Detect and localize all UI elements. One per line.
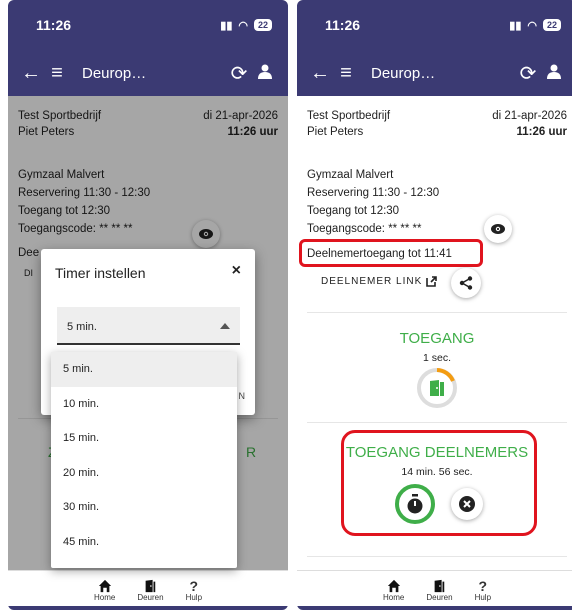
refresh-icon[interactable]: ⟳ [226,61,252,86]
nav-doors[interactable]: Deuren [426,579,453,602]
timer-option[interactable]: 15 min. [51,421,237,456]
external-link-icon [426,276,438,287]
help-icon: ? [478,578,488,594]
wifi-icon: ◠ [527,19,537,32]
timer-option[interactable]: 5 min. [51,352,237,387]
battery-icon: 22 [253,19,272,31]
dialog-button-partial: N [238,391,246,401]
status-time: 11:26 [325,17,361,33]
dialog-title: Timer instellen [55,265,146,281]
home-icon [387,579,400,593]
bottom-navigation: Home Deuren ? Hulp [297,570,572,610]
nav-home[interactable]: Home [383,579,404,602]
caret-up-icon [220,323,230,329]
share-button[interactable] [451,268,481,298]
timer-option[interactable]: 10 min. [51,387,237,422]
status-bar: 11:26 ▮▮ ◠ 22 [8,0,288,50]
battery-icon: 22 [542,19,561,31]
status-time: 11:26 [36,17,72,33]
refresh-icon[interactable]: ⟳ [515,61,541,86]
nav-help[interactable]: ? Hulp [475,579,491,602]
nav-home[interactable]: Home [94,579,115,602]
signal-icon: ▮▮ [220,19,233,32]
timer-select[interactable]: 5 min. [57,307,240,345]
booking-details: Test Sportbedrijf di 21-apr-2026 Piet Pet… [297,96,572,570]
door-open-icon [430,380,444,396]
toegang-title: TOEGANG [399,330,475,347]
phone-screen-right: 11:26 ▮▮ ◠ 22 ← ≡ Deurop… ⟳ Test Sportbe… [297,0,572,610]
location-name: Gymzaal Malvert [307,169,394,181]
timer-option[interactable]: 20 min. [51,456,237,491]
timer-option[interactable]: 30 min. [51,490,237,525]
highlight-deelnemers-section [341,430,537,536]
app-bar: ← ≡ Deurop… ⟳ [8,50,288,96]
status-bar: 11:26 ▮▮ ◠ 22 [297,0,572,50]
app-title: Deurop… [82,64,147,82]
close-icon[interactable]: × [232,262,241,280]
wifi-icon: ◠ [238,19,248,32]
signal-icon: ▮▮ [509,19,522,32]
door-icon [146,579,156,593]
share-icon [459,276,473,290]
timer-select-value: 5 min. [67,321,97,333]
user-icon[interactable] [541,62,567,85]
user-icon[interactable] [252,62,278,85]
timer-option[interactable]: 45 min. [51,525,237,560]
access-until: Toegang tot 12:30 [307,205,400,217]
home-icon [98,579,111,593]
timer-options-list: 5 min. 10 min. 15 min. 20 min. 30 min. 4… [51,352,237,568]
open-door-button[interactable] [416,367,458,409]
back-arrow-icon[interactable]: ← [307,62,333,85]
booking-date: di 21-apr-2026 [492,110,567,122]
back-arrow-icon[interactable]: ← [18,62,44,85]
access-code: Toegangscode: ** ** ** [307,223,422,235]
nav-help[interactable]: ? Hulp [186,579,202,602]
help-icon: ? [189,578,199,594]
reservation-time: Reservering 11:30 - 12:30 [307,187,440,199]
show-code-button[interactable] [484,215,512,243]
app-title: Deurop… [371,64,436,82]
app-bar: ← ≡ Deurop… ⟳ [297,50,572,96]
highlight-participant-access [299,239,483,267]
nav-doors[interactable]: Deuren [137,579,164,602]
eye-icon [491,224,505,234]
bottom-navigation: Home Deuren ? Hulp [8,570,288,610]
menu-icon[interactable]: ≡ [44,62,70,85]
door-icon [435,579,445,593]
person-name: Piet Peters [307,126,364,138]
current-time: 11:26 uur [516,126,568,138]
toegang-timer: 1 sec. [422,352,451,364]
participant-link[interactable]: DEELNEMER LINK [321,276,438,287]
company-name: Test Sportbedrijf [307,110,391,122]
menu-icon[interactable]: ≡ [333,62,359,85]
